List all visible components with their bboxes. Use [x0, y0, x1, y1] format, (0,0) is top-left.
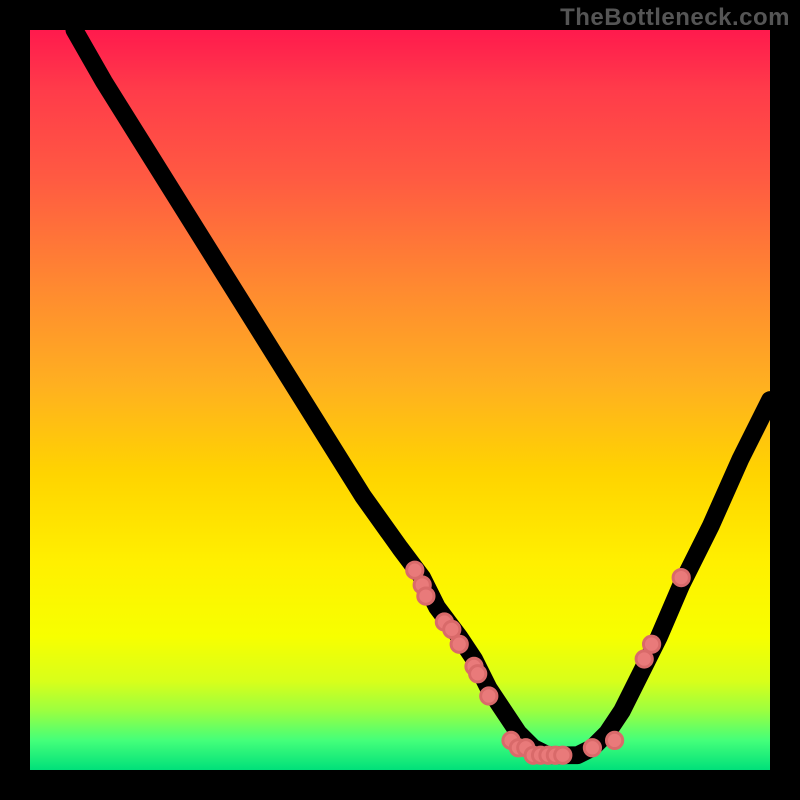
chart-stage: TheBottleneck.com [0, 0, 800, 800]
scatter-dot [673, 569, 689, 585]
watermark-text: TheBottleneck.com [560, 4, 790, 32]
scatter-dot [481, 688, 497, 704]
chart-svg [30, 30, 770, 770]
scatter-dot [451, 636, 467, 652]
scatter-dot [555, 747, 571, 763]
scatter-dot [606, 732, 622, 748]
scatter-dot [470, 666, 486, 682]
scatter-dot [418, 588, 434, 604]
scatter-dot [584, 740, 600, 756]
bottleneck-curve [74, 30, 770, 755]
plot-area [30, 30, 770, 770]
scatter-dot [643, 636, 659, 652]
scatter-dots [407, 562, 690, 763]
